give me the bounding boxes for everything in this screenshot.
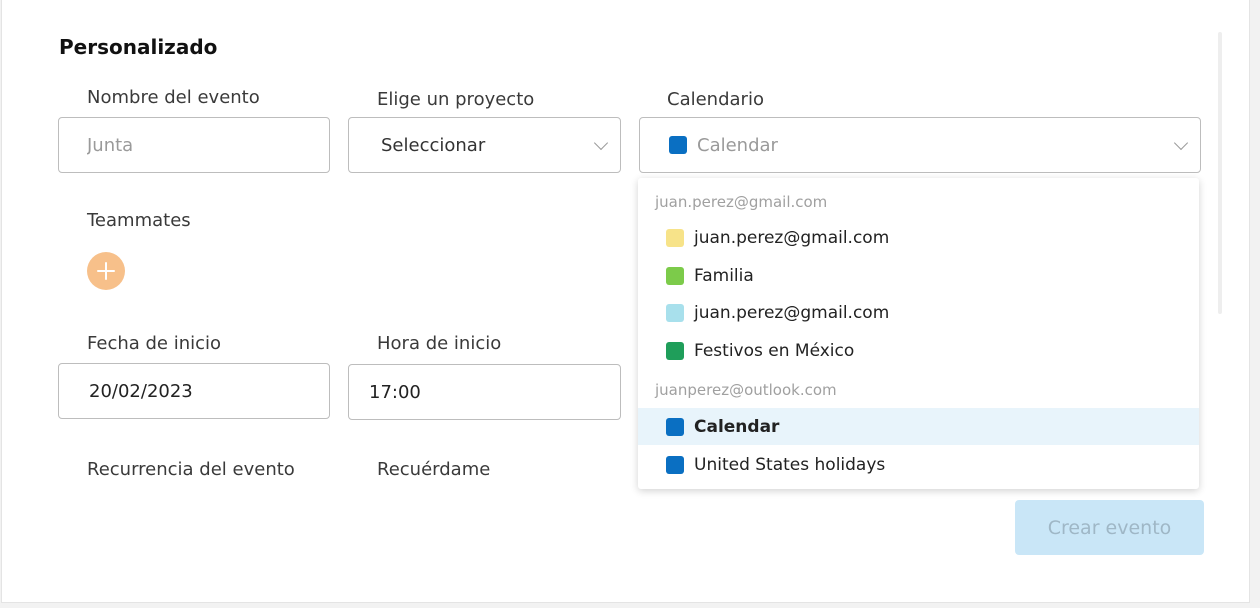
start-time-value: 17:00	[369, 381, 421, 403]
calendar-label: Calendario	[667, 89, 764, 110]
start-date-field[interactable]: 20/02/2023	[58, 363, 330, 419]
add-teammate-button[interactable]	[87, 252, 125, 290]
calendar-color-swatch	[666, 455, 684, 474]
calendar-color-swatch	[666, 266, 684, 285]
calendar-select[interactable]: Calendar	[639, 117, 1201, 173]
event-name-label: Nombre del evento	[87, 87, 260, 108]
event-name-input[interactable]	[59, 134, 329, 156]
calendar-color-swatch	[669, 136, 687, 154]
start-date-label: Fecha de inicio	[87, 333, 222, 354]
dropdown-option-label: juan.perez@gmail.com	[694, 227, 890, 248]
chevron-down-icon	[1173, 135, 1189, 151]
dropdown-option-label: Familia	[694, 265, 754, 286]
dropdown-option-us-holidays[interactable]: United States holidays	[638, 446, 1199, 483]
dropdown-option-festivos-mexico[interactable]: Festivos en México	[638, 332, 1199, 369]
create-event-button[interactable]: Crear evento	[1015, 500, 1204, 555]
dropdown-option-calendar[interactable]: Calendar	[638, 408, 1199, 445]
start-time-field[interactable]: 17:00	[348, 364, 621, 420]
dropdown-option-label: Festivos en México	[694, 340, 855, 361]
event-name-field[interactable]	[58, 117, 330, 173]
dropdown-option-familia[interactable]: Familia	[638, 257, 1199, 294]
dropdown-option-gmail-secondary[interactable]: juan.perez@gmail.com	[638, 294, 1199, 331]
dropdown-option-label: juan.perez@gmail.com	[694, 302, 890, 323]
remind-label: Recuérdame	[377, 459, 491, 480]
calendar-color-swatch	[666, 228, 684, 247]
dropdown-group-label-gmail: juan.perez@gmail.com	[655, 193, 828, 211]
dropdown-option-gmail-primary[interactable]: juan.perez@gmail.com	[638, 219, 1199, 256]
calendar-color-swatch	[666, 341, 684, 360]
calendar-color-swatch	[666, 303, 684, 322]
page-title: Personalizado	[59, 35, 218, 59]
calendar-color-swatch	[666, 417, 684, 436]
scrollbar[interactable]	[1218, 32, 1222, 314]
calendar-dropdown-menu: juan.perez@gmail.com juan.perez@gmail.co…	[638, 178, 1199, 489]
teammates-label: Teammates	[87, 210, 191, 231]
dropdown-group-label-outlook: juanperez@outlook.com	[655, 381, 837, 399]
project-label: Elige un proyecto	[377, 89, 535, 110]
start-time-label: Hora de inicio	[377, 333, 502, 354]
recurrence-label: Recurrencia del evento	[87, 459, 295, 480]
start-date-value: 20/02/2023	[89, 380, 193, 402]
project-select[interactable]: Seleccionar	[348, 117, 621, 173]
chevron-down-icon	[593, 135, 609, 151]
dropdown-option-label: United States holidays	[694, 454, 886, 475]
calendar-select-value: Calendar	[697, 134, 778, 156]
dropdown-option-label: Calendar	[694, 416, 780, 437]
project-select-value: Seleccionar	[381, 134, 486, 156]
